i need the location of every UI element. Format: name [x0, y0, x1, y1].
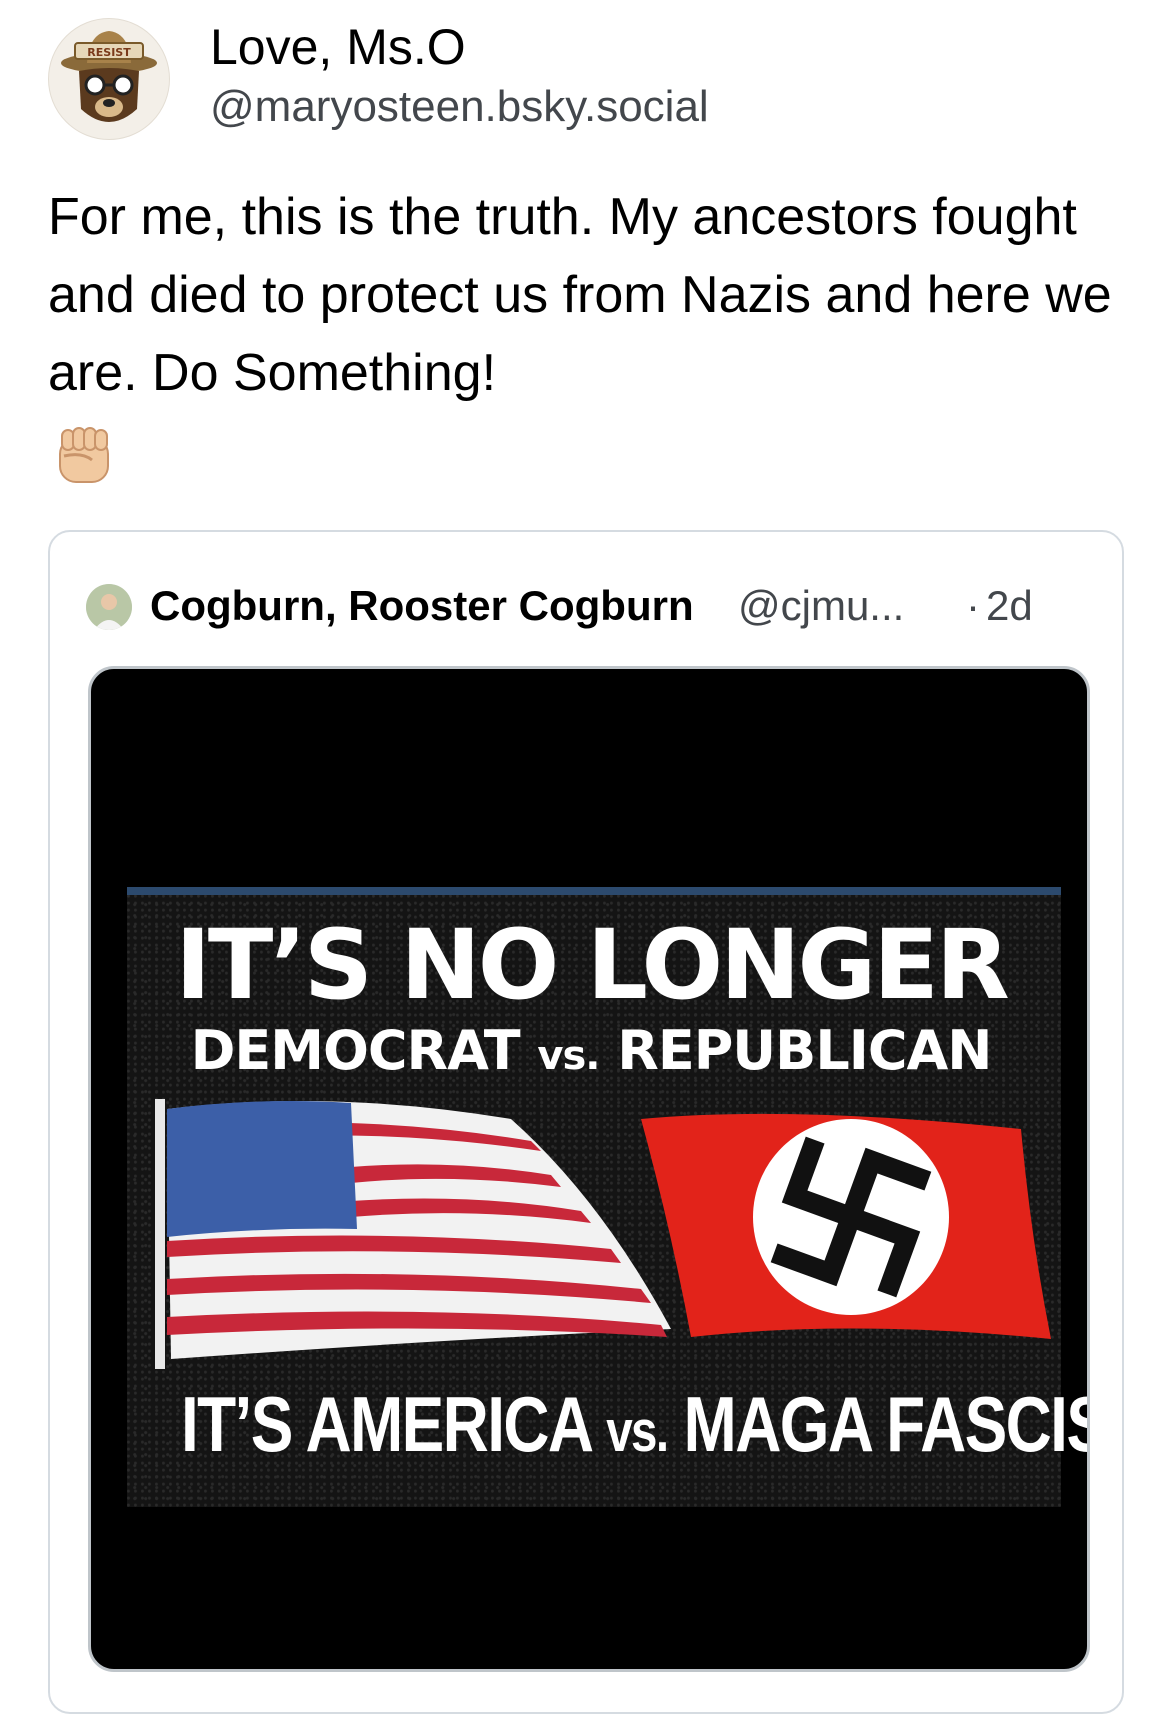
quote-post-card[interactable]: Cogburn, Rooster Cogburn @cjmu... · 2d I… — [48, 530, 1124, 1714]
meme-vs2-text: vs. — [606, 1399, 669, 1464]
quote-author-avatar[interactable] — [86, 584, 132, 630]
quote-embedded-image[interactable]: IT’S NO LONGER DEMOCRAT vs. REPUBLICAN I… — [88, 666, 1090, 1672]
smokey-bear-resist-icon: RESIST — [61, 31, 157, 122]
svg-text:RESIST: RESIST — [87, 46, 131, 59]
meme-republican-text: REPUBLICAN — [617, 1019, 992, 1082]
meme-flags — [151, 1089, 1051, 1379]
raised-fist-icon — [52, 424, 116, 488]
meme-america-text: IT’S AMERICA — [181, 1380, 592, 1468]
meme-fascism-text: MAGA FASCISM — [683, 1380, 1087, 1468]
meme-subheadline: DEMOCRAT vs. REPUBLICAN — [91, 1019, 1087, 1082]
quote-timestamp[interactable]: 2d — [986, 582, 1033, 630]
author-handle[interactable]: @maryosteen.bsky.social — [210, 82, 709, 132]
quote-author-display-name[interactable]: Cogburn, Rooster Cogburn — [150, 582, 694, 630]
quote-separator: · — [966, 582, 980, 629]
quote-header: Cogburn, Rooster Cogburn @cjmu... · 2d — [86, 576, 1086, 636]
author-avatar[interactable]: RESIST — [48, 18, 170, 140]
quote-author-handle[interactable]: @cjmu... — [738, 582, 904, 630]
meme-headline: IT’S NO LONGER — [175, 909, 1010, 1021]
user-photo-icon — [86, 584, 132, 630]
author-display-name[interactable]: Love, Ms.O — [210, 18, 466, 76]
post-text: For me, this is the truth. My ancestors … — [48, 188, 1112, 402]
meme-divider — [127, 887, 1061, 895]
meme-footer: IT’S AMERICA vs. MAGA FASCISM — [181, 1379, 1087, 1470]
nazi-flag-icon — [641, 1113, 1051, 1339]
post-header: RESIST Love, Ms.O @maryosteen.bsky.socia… — [48, 18, 1128, 140]
meme-vs-text: vs. — [537, 1033, 600, 1079]
meme-democrat-text: DEMOCRAT — [190, 1019, 521, 1082]
us-flag-icon — [155, 1099, 671, 1369]
